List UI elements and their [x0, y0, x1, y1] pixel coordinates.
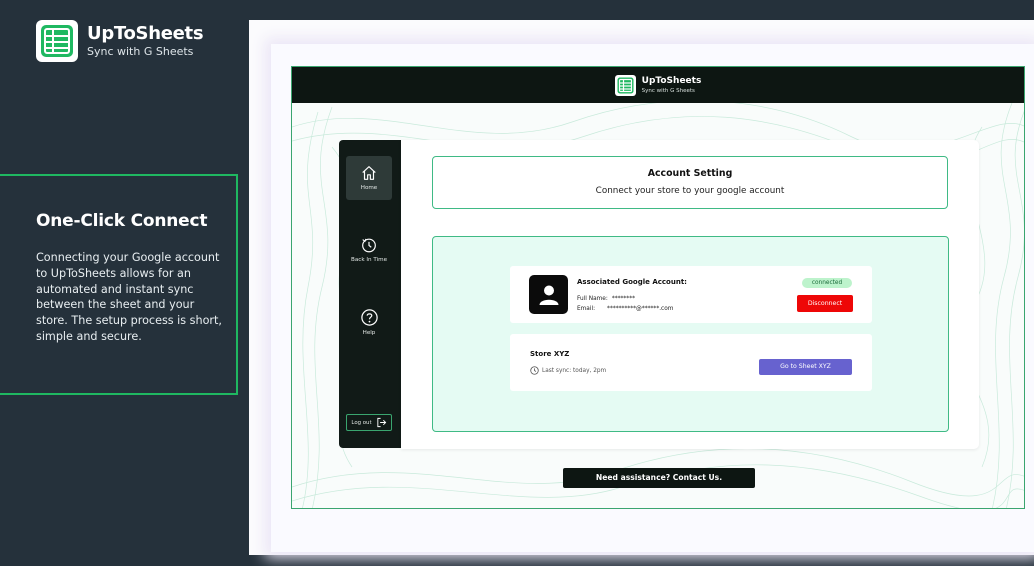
contact-us-button[interactable]: Need assistance? Contact Us.	[563, 468, 755, 488]
store-name: Store XYZ	[530, 350, 570, 358]
app-window: UpToSheets Sync with G Sheets Home Back …	[291, 66, 1025, 509]
brand-name: UpToSheets	[87, 23, 204, 44]
screenshot-frame: UpToSheets Sync with G Sheets Home Back …	[249, 20, 1034, 555]
google-account-card: Associated Google Account: Full Name: ***…	[510, 266, 872, 323]
logout-icon	[376, 417, 386, 428]
history-icon	[362, 238, 376, 253]
account-email: Email: **********@******.com	[577, 306, 673, 312]
app-tagline: Sync with G Sheets	[641, 87, 695, 94]
user-icon	[539, 285, 558, 305]
account-setting-subtitle: Connect your store to your google accoun…	[595, 186, 785, 196]
app-header: UpToSheets Sync with G Sheets	[292, 67, 1024, 103]
help-icon	[360, 308, 378, 326]
screenshot-inner: UpToSheets Sync with G Sheets Home Back …	[271, 44, 1034, 552]
sidebar-item-label: Back In Time	[350, 257, 388, 263]
brand-tagline: Sync with G Sheets	[87, 45, 194, 58]
sidebar-item-label: Home	[360, 185, 378, 191]
brand-text: UpToSheets Sync with G Sheets	[87, 23, 204, 59]
last-sync: Last sync: today, 2pm	[530, 366, 606, 375]
email-value: **********@******.com	[607, 306, 674, 312]
email-label: Email:	[577, 306, 596, 312]
sheets-logo-icon	[36, 20, 78, 62]
app-header-text: UpToSheets Sync with G Sheets	[642, 76, 702, 95]
sidebar-item-help[interactable]: Help	[346, 300, 392, 344]
full-name-value: ********	[611, 296, 635, 302]
sidebar-item-back-in-time[interactable]: Back In Time	[346, 228, 392, 272]
logout-label: Log out	[351, 419, 372, 426]
avatar	[529, 275, 568, 314]
account-setting-title: Account Setting	[647, 168, 733, 179]
main-panel: Account Setting Connect your store to yo…	[401, 140, 979, 449]
status-badge: connected	[802, 278, 852, 288]
feature-description: Connecting your Google account to UpToSh…	[36, 251, 222, 343]
last-sync-text: Last sync: today, 2pm	[542, 367, 607, 374]
store-card: Store XYZ Last sync: today, 2pm Go to Sh…	[510, 334, 872, 391]
sidebar: Home Back In Time Help Log out	[339, 140, 401, 448]
go-to-sheet-button[interactable]: Go to Sheet XYZ	[759, 359, 852, 375]
app-name: UpToSheets	[641, 75, 702, 86]
feature-title: One-Click Connect	[36, 211, 208, 231]
disconnect-button[interactable]: Disconnect	[797, 295, 853, 312]
account-setting-card: Account Setting Connect your store to yo…	[432, 156, 948, 209]
home-icon	[362, 166, 376, 180]
account-title: Associated Google Account:	[577, 278, 687, 286]
full-name-label: Full Name:	[577, 296, 608, 302]
sidebar-item-home[interactable]: Home	[346, 156, 392, 200]
app-logo-icon	[614, 74, 636, 96]
account-full-name: Full Name: ********	[577, 296, 635, 302]
logout-button[interactable]: Log out	[346, 414, 392, 431]
sidebar-item-label: Help	[362, 329, 376, 336]
brand: UpToSheets Sync with G Sheets	[36, 20, 204, 62]
feature-card: One-Click Connect Connecting your Google…	[0, 174, 238, 395]
connection-area: Associated Google Account: Full Name: ***…	[432, 236, 949, 432]
clock-icon	[530, 366, 539, 375]
